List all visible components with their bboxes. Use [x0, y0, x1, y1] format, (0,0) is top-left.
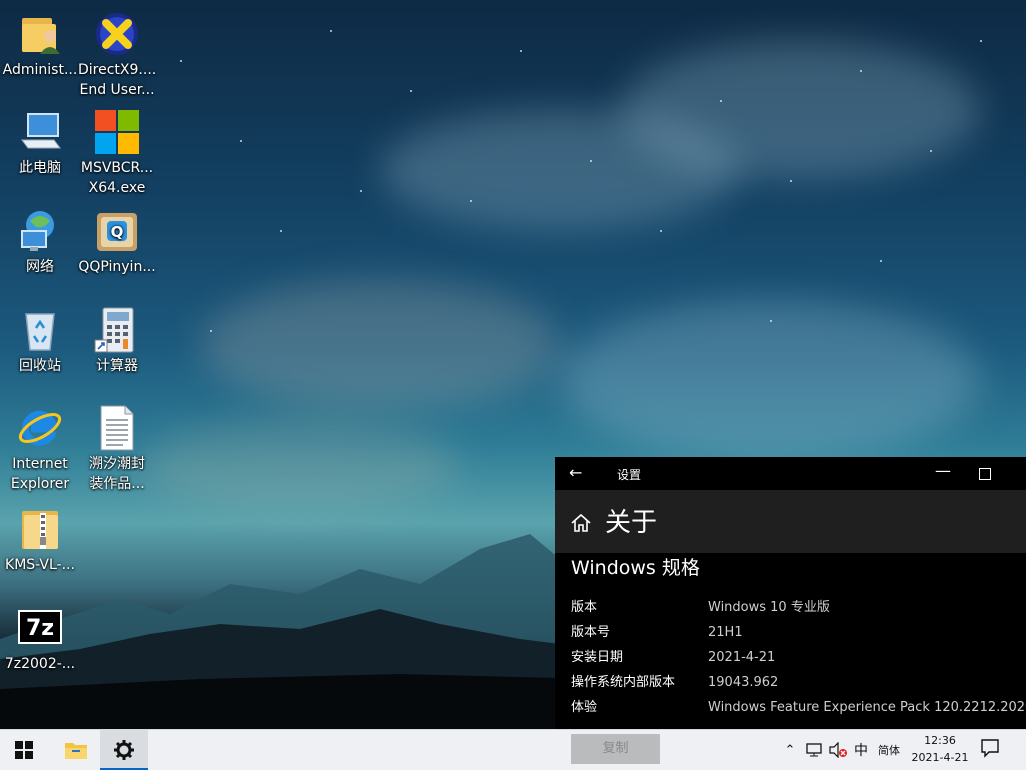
- spec-row-os-build: 操作系统内部版本 19043.962: [571, 673, 1021, 693]
- folder-icon: [65, 743, 87, 759]
- zip-folder-icon: [16, 505, 64, 553]
- clock-time: 12:36: [924, 734, 956, 747]
- volume-muted-icon: [829, 742, 847, 758]
- desktop-icon-directx[interactable]: DirectX9.... End User...: [78, 10, 156, 100]
- page-title: 关于: [605, 508, 658, 538]
- desktop-icon-label: DirectX9.... End User...: [78, 62, 157, 98]
- windows-start-icon: [15, 741, 33, 759]
- network-icon: [16, 207, 64, 255]
- spec-label: 版本: [571, 600, 598, 615]
- spec-row-edition: 版本 Windows 10 专业版: [571, 598, 1021, 618]
- desktop-icon-label: QQPinyin...: [78, 259, 156, 275]
- settings-taskbar-button[interactable]: [100, 730, 148, 770]
- spec-label: 操作系统内部版本: [571, 675, 676, 690]
- spec-row-version: 版本号 21H1: [571, 623, 1021, 643]
- spec-value: 2021-4-21: [708, 650, 776, 665]
- desktop-icon-text-document[interactable]: 溯汐潮封 装作品...: [78, 404, 156, 494]
- windows-logo-icon: [93, 108, 141, 156]
- ime-script-button[interactable]: 简体: [874, 730, 904, 770]
- clock-date: 2021-4-21: [911, 751, 969, 764]
- desktop-icon-label: 溯汐潮封 装作品...: [89, 456, 145, 492]
- notification-icon: [981, 739, 999, 758]
- 7zip-icon: 7z: [16, 604, 64, 652]
- back-arrow-icon[interactable]: ←: [569, 463, 582, 482]
- page-header: 关于: [555, 490, 1026, 553]
- recycle-bin-icon: [16, 306, 64, 354]
- desktop-icon-kms-vl[interactable]: KMS-VL-...: [1, 505, 79, 575]
- desktop-icon-recycle-bin[interactable]: 回收站: [1, 306, 79, 376]
- spec-label: 安装日期: [571, 650, 624, 665]
- action-center-button[interactable]: [980, 738, 1000, 762]
- network-tray-icon: [806, 743, 822, 757]
- copy-button[interactable]: 复制: [571, 734, 660, 764]
- desktop-icon-label: 回收站: [19, 358, 61, 374]
- calculator-icon: [93, 306, 141, 354]
- ime-script-label: 简体: [878, 744, 900, 757]
- text-document-icon: [93, 404, 141, 452]
- home-icon[interactable]: [570, 512, 592, 534]
- internet-explorer-icon: [16, 404, 64, 452]
- desktop-icon-qqpinyin[interactable]: Q QQPinyin...: [78, 207, 156, 277]
- start-button[interactable]: [0, 730, 48, 770]
- desktop-icon-label: 7z2002-...: [4, 656, 76, 672]
- desktop-icon-label: MSVBCR... X64.exe: [80, 160, 154, 196]
- user-folder-icon: [16, 10, 64, 58]
- title-bar: ← 设置 —: [555, 457, 1026, 489]
- desktop-icon-msvbcrt[interactable]: MSVBCR... X64.exe: [78, 108, 156, 198]
- network-tray-button[interactable]: [804, 730, 824, 770]
- minimize-icon[interactable]: —: [933, 461, 953, 485]
- desktop-icon-this-pc[interactable]: 此电脑: [1, 108, 79, 178]
- ime-mode-label: 中: [854, 743, 868, 759]
- svg-text:Q: Q: [111, 223, 124, 241]
- maximize-icon[interactable]: [979, 468, 991, 480]
- file-explorer-button[interactable]: [52, 730, 100, 770]
- spec-label: 版本号: [571, 625, 611, 640]
- ime-mode-button[interactable]: 中: [852, 730, 870, 770]
- clock[interactable]: 12:36 2021-4-21: [906, 732, 974, 766]
- spec-row-experience: 体验 Windows Feature Experience Pack 120.2…: [571, 698, 1026, 718]
- volume-tray-button[interactable]: [828, 730, 848, 770]
- qqpinyin-icon: Q: [93, 207, 141, 255]
- desktop-icon-label: 计算器: [96, 358, 138, 374]
- desktop-icon-label: 此电脑: [19, 160, 61, 176]
- spec-row-install-date: 安装日期 2021-4-21: [571, 648, 1021, 668]
- desktop-icon-network[interactable]: 网络: [1, 207, 79, 277]
- desktop-icon-7zip[interactable]: 7z 7z2002-...: [1, 604, 79, 674]
- directx-icon: [93, 10, 141, 58]
- spec-value: 21H1: [708, 625, 743, 640]
- desktop-icon-administrator[interactable]: Administ...: [1, 10, 79, 80]
- this-pc-icon: [16, 108, 64, 156]
- settings-window: ← 设置 — 关于 Windows 规格 版本 Windows 10 专业版 版…: [555, 457, 1026, 729]
- desktop-icon-calculator[interactable]: 计算器: [78, 306, 156, 376]
- spec-value: Windows Feature Experience Pack 120.2212…: [708, 700, 1026, 715]
- desktop-icon-label: 网络: [26, 259, 54, 275]
- spec-value: 19043.962: [708, 675, 779, 690]
- svg-text:7z: 7z: [26, 616, 54, 641]
- taskbar: ⌃ 中 简体 12:36 2021-4-21: [0, 729, 1026, 770]
- desktop-icon-label: Administ...: [2, 62, 78, 78]
- window-title: 设置: [617, 468, 642, 482]
- spec-value: Windows 10 专业版: [708, 600, 830, 615]
- desktop-icon-label: KMS-VL-...: [5, 557, 75, 573]
- desktop-icon-label: Internet Explorer: [10, 456, 70, 492]
- desktop-icon-internet-explorer[interactable]: Internet Explorer: [1, 404, 79, 494]
- spec-label: 体验: [571, 700, 598, 715]
- chevron-up-icon: ⌃: [784, 742, 796, 758]
- section-title: Windows 规格: [571, 557, 700, 579]
- copy-button-label: 复制: [602, 741, 629, 756]
- gear-icon: [114, 740, 134, 760]
- show-hidden-icons-button[interactable]: ⌃: [782, 730, 798, 770]
